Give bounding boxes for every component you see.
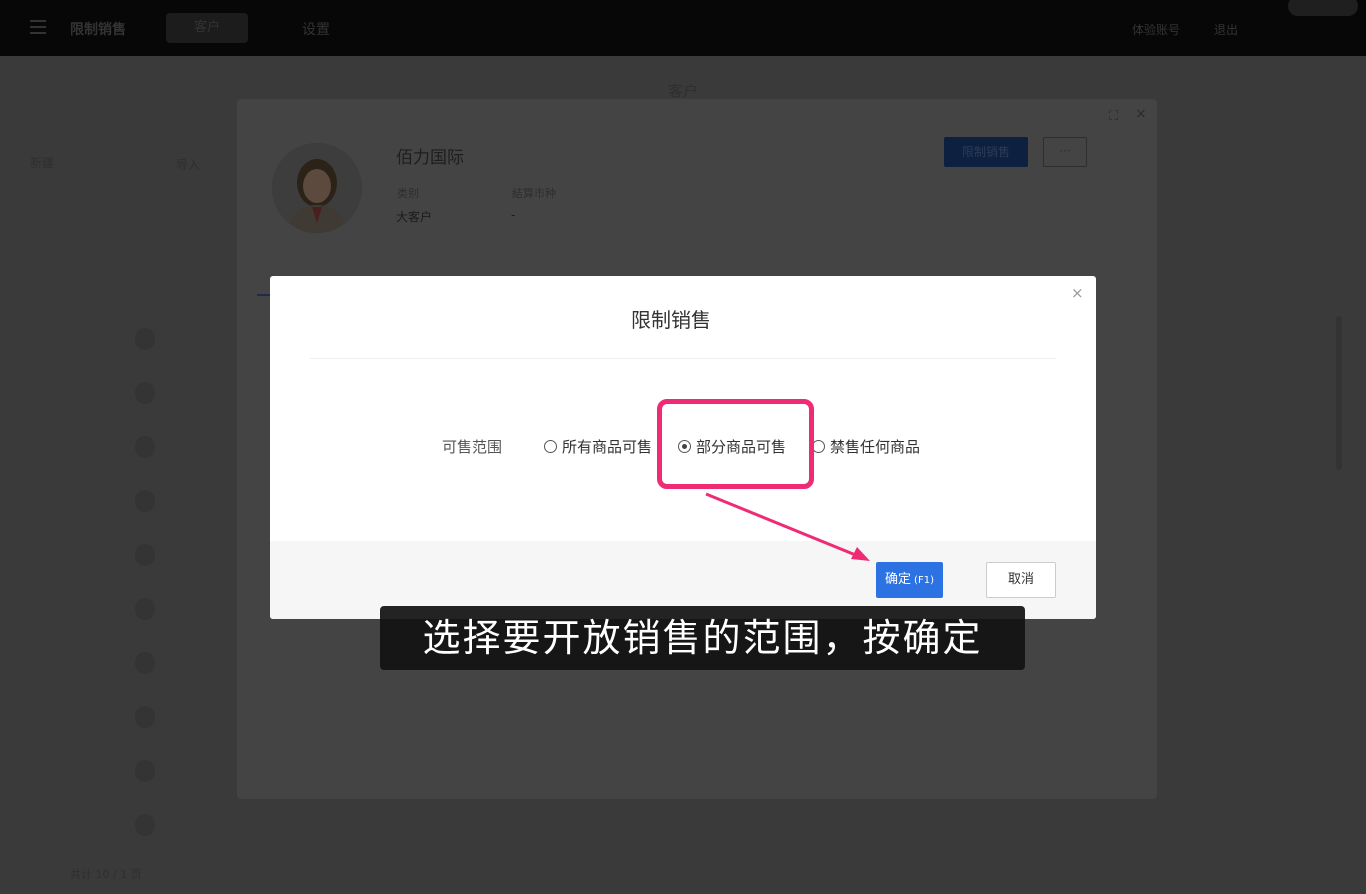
confirm-button[interactable]: 确定 (F1) [876, 562, 943, 598]
list-item-avatar [135, 436, 155, 458]
account-link[interactable]: 体验账号 [1132, 21, 1180, 38]
category-value: 大客户 [396, 210, 433, 224]
window-corner-badge [1288, 0, 1358, 16]
app-name: 限制销售 [70, 22, 126, 38]
category-label: 类别 [397, 187, 419, 200]
list-item-avatar [135, 760, 155, 782]
divider [310, 358, 1056, 359]
list-item-avatar [135, 544, 155, 566]
background-page-title: 客户 [668, 82, 699, 100]
list-item-avatar [135, 652, 155, 674]
more-actions-button[interactable]: ··· [1043, 137, 1087, 167]
radio-all-products[interactable]: 所有商品可售 [544, 436, 652, 457]
caption-subtitle: 选择要开放销售的范围，按确定 [380, 606, 1025, 670]
customer-name: 佰力国际 [396, 148, 464, 168]
range-label: 可售范围 [442, 438, 503, 456]
confirm-label: 确定 [885, 572, 912, 587]
dialog-title: 限制销售 [631, 308, 711, 332]
list-item-avatar [135, 598, 155, 620]
menu-icon[interactable] [30, 20, 46, 34]
close-icon[interactable]: × [1071, 284, 1084, 302]
list-item-avatar [135, 706, 155, 728]
nav-tab-active[interactable]: 客户 [166, 13, 248, 43]
customer-avatar [272, 143, 362, 233]
radio-label: 所有商品可售 [562, 438, 653, 456]
radio-unchecked-icon [544, 440, 557, 453]
restrict-sales-button[interactable]: 限制销售 [944, 137, 1028, 167]
scrollbar[interactable] [1336, 316, 1342, 470]
currency-label: 結算市种 [512, 187, 556, 200]
cancel-button[interactable]: 取消 [986, 562, 1056, 598]
nav-tab-settings[interactable]: 设置 [302, 19, 330, 39]
highlight-box [657, 399, 814, 489]
list-item-avatar [135, 328, 155, 350]
expand-icon[interactable]: ⛶ [1109, 109, 1118, 124]
radio-label: 禁售任何商品 [830, 438, 921, 456]
background-import-button[interactable]: 导入 [176, 156, 200, 173]
background-new-button[interactable]: 新建 [30, 154, 54, 171]
currency-value: - [511, 208, 516, 222]
list-item-avatar [135, 490, 155, 512]
panel-close-icon[interactable]: × [1135, 106, 1147, 122]
background-pagination: 共计 10 / 1 页 [70, 868, 142, 881]
radio-no-products[interactable]: 禁售任何商品 [812, 436, 920, 457]
top-bar: 限制销售 客户 设置 体验账号 退出 [0, 0, 1366, 56]
confirm-shortcut: (F1) [914, 575, 934, 586]
list-item-avatar [135, 814, 155, 836]
list-item-avatar [135, 382, 155, 404]
logout-link[interactable]: 退出 [1214, 21, 1238, 38]
